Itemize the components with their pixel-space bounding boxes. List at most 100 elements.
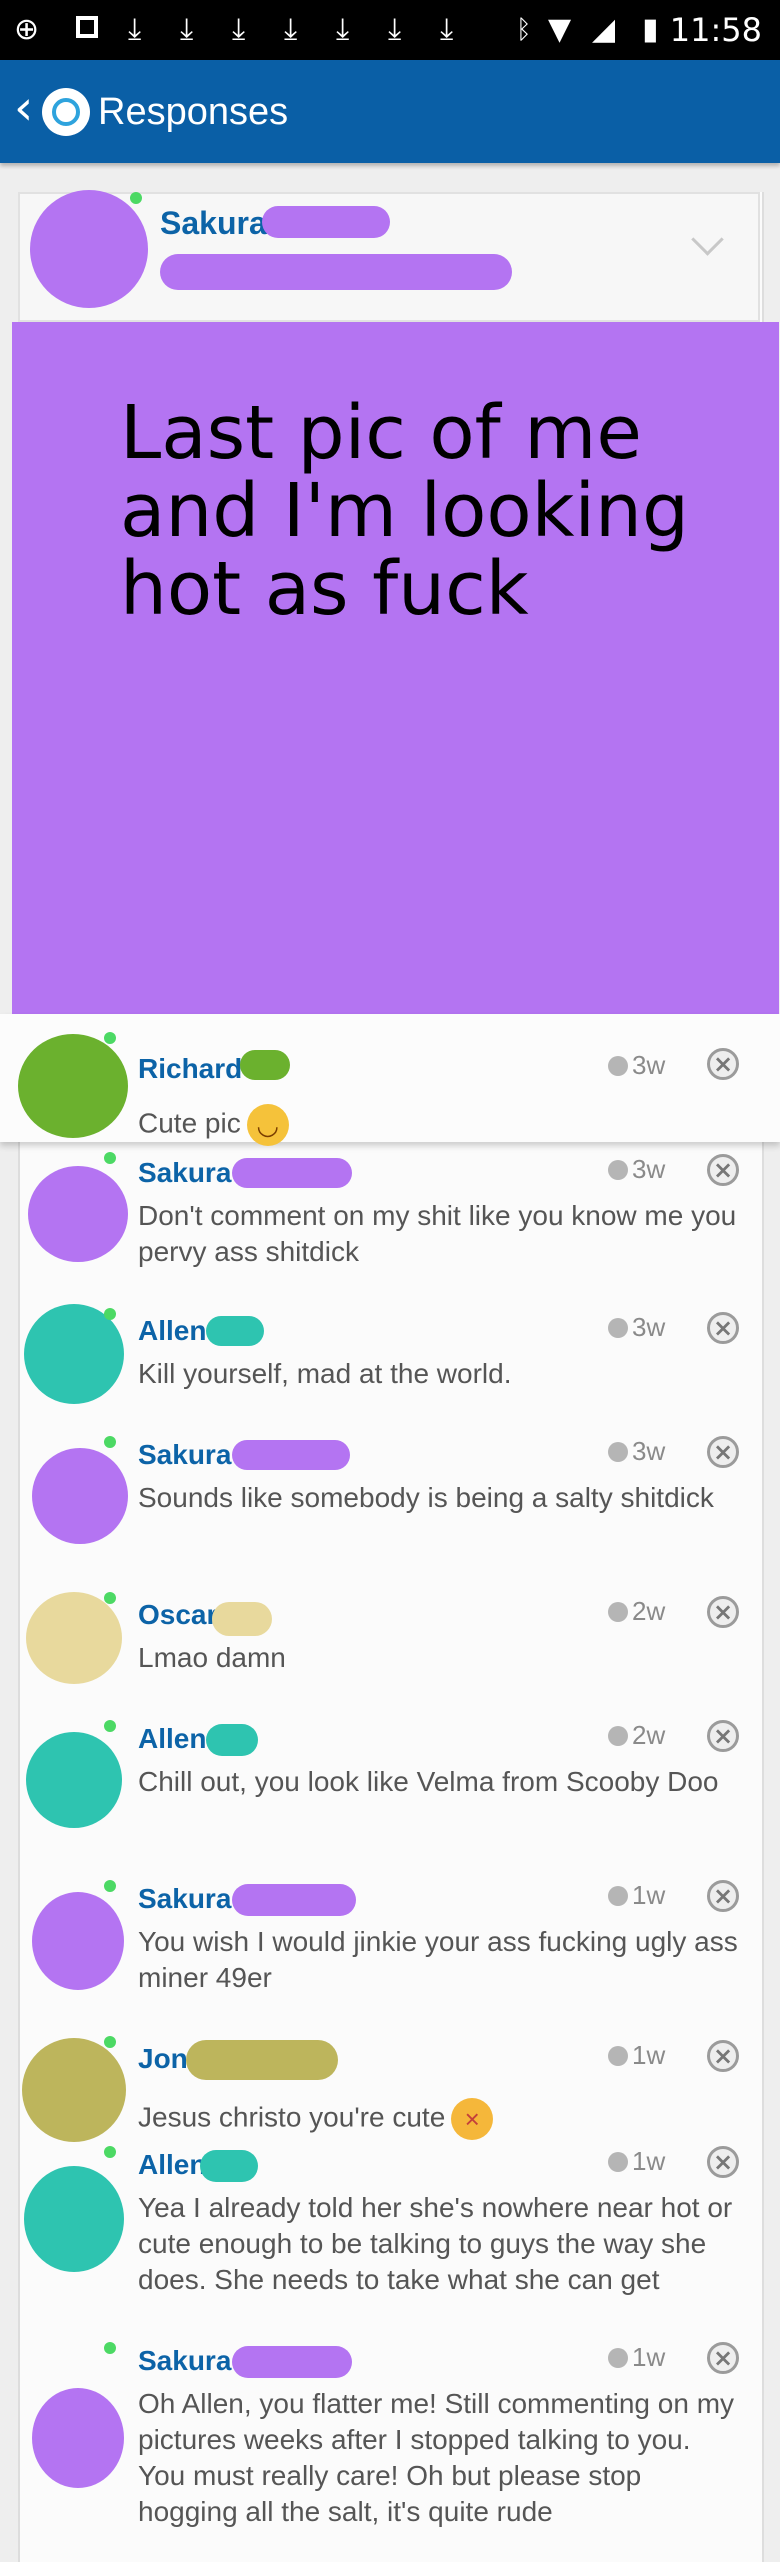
online-indicator [130, 192, 142, 204]
commenter-avatar[interactable] [28, 1166, 128, 1262]
clock-time: 11:58 [669, 11, 762, 49]
post-author-avatar[interactable] [30, 190, 148, 308]
commenter-avatar[interactable] [18, 1034, 128, 1138]
commenter-avatar[interactable] [26, 1592, 122, 1684]
commenter-name[interactable]: Oscar [138, 1598, 217, 1632]
comment-text: Cute pic ◡ [138, 1104, 743, 1146]
comment-time: 3w [608, 1154, 665, 1184]
online-indicator [104, 1032, 116, 1044]
commenter-name[interactable]: Sakura [138, 1156, 231, 1190]
clock-icon [608, 1318, 628, 1338]
delete-comment-button[interactable]: × [707, 1312, 739, 1344]
back-chevron-icon[interactable]: ‹ [14, 84, 33, 132]
redaction-scribble [160, 254, 512, 290]
download-icon: ⤓ [336, 12, 350, 47]
clock-icon [608, 1056, 628, 1076]
comment-text: Don't comment on my shit like you know m… [138, 1200, 737, 1267]
commenter-name[interactable]: Richard [138, 1052, 242, 1086]
post-caption: Last pic of me and I'm looking hot as fu… [120, 390, 689, 632]
comment-time: 2w [608, 1596, 665, 1626]
square-notification-icon [76, 16, 98, 38]
redaction-scribble [232, 1158, 352, 1188]
download-icon: ⤓ [440, 12, 454, 47]
commenter-name[interactable]: Allen [138, 1722, 206, 1756]
delete-comment-button[interactable]: × [707, 2146, 739, 2178]
download-icon: ⤓ [180, 12, 194, 47]
squinting-tongue-face-emoji-icon: × [451, 2098, 494, 2140]
comment-text: Yea I already told her she's nowhere nea… [138, 2192, 733, 2295]
redaction-scribble [262, 206, 390, 238]
clock-icon [608, 2152, 628, 2172]
delete-comment-button[interactable]: × [707, 1720, 739, 1752]
signal-icon: ◢ [592, 12, 616, 47]
commenter-name[interactable]: Allen [138, 1314, 206, 1348]
comment-time: 3w [608, 1050, 665, 1080]
online-indicator [104, 1592, 116, 1604]
redaction-scribble [200, 2150, 258, 2182]
download-icon: ⤓ [128, 12, 142, 47]
add-notification-icon: ⊕ [14, 12, 40, 47]
online-indicator [104, 1436, 116, 1448]
delete-comment-button[interactable]: × [707, 1596, 739, 1628]
battery-icon: ▮ [642, 12, 659, 47]
commenter-avatar[interactable] [32, 2388, 124, 2488]
comment-text: Chill out, you look like Velma from Scoo… [138, 1766, 719, 1797]
comment-text: Oh Allen, you flatter me! Still commenti… [138, 2388, 735, 2527]
comment-time: 1w [608, 2040, 665, 2070]
wifi-icon: ▼ [548, 12, 572, 47]
delete-comment-button[interactable]: × [707, 1436, 739, 1468]
post-author-name[interactable]: Sakura [160, 206, 267, 240]
commenter-name[interactable]: Allen [138, 2148, 206, 2182]
comment-time: 3w [608, 1436, 665, 1466]
delete-comment-button[interactable]: × [707, 2040, 739, 2072]
online-indicator [104, 2146, 116, 2158]
comment-time: 1w [608, 2146, 665, 2176]
online-indicator [104, 2036, 116, 2048]
redaction-scribble [212, 1602, 272, 1636]
commenter-avatar[interactable] [32, 1448, 128, 1544]
redaction-scribble [186, 2040, 338, 2080]
commenter-name[interactable]: Sakura [138, 1438, 231, 1472]
comment-text: Sounds like somebody is being a salty sh… [138, 1482, 714, 1513]
redaction-scribble [232, 2346, 352, 2378]
page-title: Responses [98, 91, 289, 133]
comment-text: You wish I would jinkie your ass fucking… [138, 1926, 738, 1993]
commenter-name[interactable]: Sakura [138, 1882, 231, 1916]
delete-comment-button[interactable]: × [707, 1048, 739, 1080]
online-indicator [104, 1308, 116, 1320]
delete-comment-button[interactable]: × [707, 2342, 739, 2374]
commenter-avatar[interactable] [26, 1732, 122, 1828]
download-icon: ⤓ [388, 12, 402, 47]
redaction-scribble [240, 1050, 290, 1080]
redaction-scribble [206, 1316, 264, 1346]
clock-icon [608, 1442, 628, 1462]
commenter-avatar[interactable] [32, 1892, 124, 1990]
comment-time: 2w [608, 1720, 665, 1750]
clock-icon [608, 2046, 628, 2066]
comment-time: 3w [608, 1312, 665, 1342]
redaction-scribble [232, 1440, 350, 1470]
commenter-name[interactable]: Jon [138, 2042, 188, 2076]
clock-icon [608, 1726, 628, 1746]
comment-text: Lmao damn [138, 1642, 286, 1673]
commenter-avatar[interactable] [24, 2166, 124, 2272]
online-indicator [104, 1152, 116, 1164]
delete-comment-button[interactable]: × [707, 1154, 739, 1186]
redaction-scribble [206, 1724, 258, 1756]
clock-icon [608, 2348, 628, 2368]
comment-time: 1w [608, 1880, 665, 1910]
commenter-name[interactable]: Sakura [138, 2344, 231, 2378]
app-bar: ‹ Responses [0, 60, 780, 163]
comment-text: Jesus christo you're cute × [138, 2098, 743, 2140]
clock-icon [608, 1160, 628, 1180]
online-indicator [104, 2342, 116, 2354]
status-bar: ⊕ ⤓ ⤓ ⤓ ⤓ ⤓ ⤓ ⤓ ᛒ ▼ ◢ ▮ 11:58 [0, 0, 780, 60]
online-indicator [104, 1720, 116, 1732]
download-icon: ⤓ [284, 12, 298, 47]
post-image: Last pic of me and I'm looking hot as fu… [12, 322, 779, 1014]
comment-time: 1w [608, 2342, 665, 2372]
grinning-face-emoji-icon: ◡ [246, 1104, 289, 1146]
commenter-avatar[interactable] [22, 2038, 126, 2142]
app-logo-icon[interactable] [42, 88, 90, 136]
delete-comment-button[interactable]: × [707, 1880, 739, 1912]
